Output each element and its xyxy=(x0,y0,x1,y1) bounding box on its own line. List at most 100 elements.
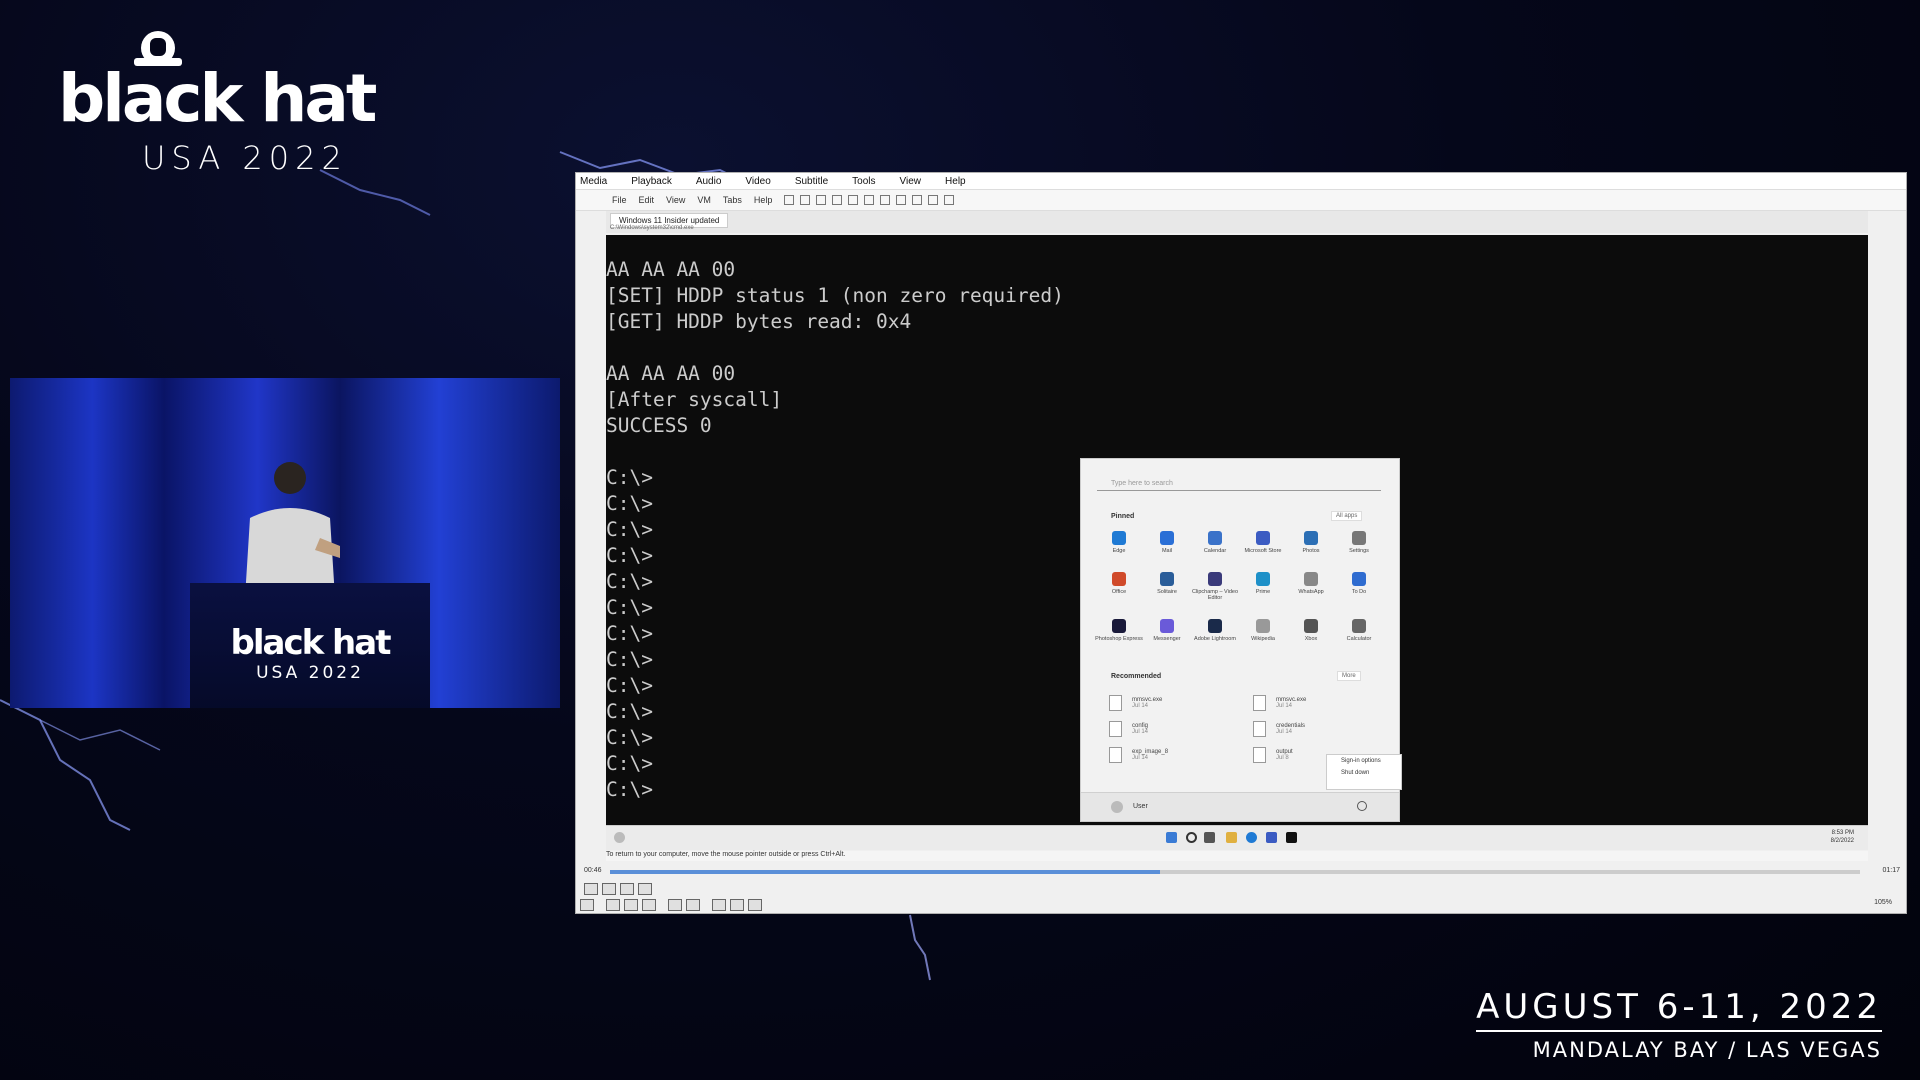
all-apps-button[interactable]: All apps xyxy=(1331,511,1363,521)
widgets-icon[interactable] xyxy=(614,832,625,843)
loop-ab-icon[interactable] xyxy=(620,883,634,895)
file-explorer-icon[interactable] xyxy=(1226,832,1237,843)
app-icon xyxy=(1256,619,1270,633)
playlist-button[interactable] xyxy=(712,899,726,911)
task-view-icon[interactable] xyxy=(1204,832,1215,843)
pinned-app[interactable]: Xbox xyxy=(1287,619,1335,642)
event-venue: MANDALAY BAY / LAS VEGAS xyxy=(1532,1038,1882,1062)
recommended-text: config Jul 14 xyxy=(1132,723,1148,735)
avatar[interactable] xyxy=(1111,801,1123,813)
vm-toolbar: File Edit View VM Tabs Help xyxy=(576,190,1906,211)
vm-menu-tabs[interactable]: Tabs xyxy=(723,195,742,205)
taskbar-date: 8/2/2022 xyxy=(1830,838,1854,844)
previous-button[interactable] xyxy=(606,899,620,911)
recommended-item[interactable]: exp_image_8 Jul 14 xyxy=(1109,747,1253,763)
snapshot-manager-icon[interactable] xyxy=(848,195,859,205)
loop-button[interactable] xyxy=(730,899,744,911)
fullscreen-icon[interactable] xyxy=(896,195,907,205)
pinned-app[interactable]: WhatsApp xyxy=(1287,572,1335,601)
recommended-text: mmsvc.exe Jul 14 xyxy=(1132,697,1162,709)
seek-bar[interactable] xyxy=(610,870,1860,874)
extended-settings-button[interactable] xyxy=(686,899,700,911)
console-line: C:\> xyxy=(606,544,653,567)
user-bar: User xyxy=(1081,792,1399,821)
start-search-input[interactable]: Type here to search xyxy=(1097,477,1381,491)
pinned-app[interactable]: Calculator xyxy=(1335,619,1383,642)
pinned-app[interactable]: Wikipedia xyxy=(1239,619,1287,642)
speaker-video-inset: black hat USA 2022 xyxy=(10,378,560,708)
recommended-item[interactable]: credentials Jul 14 xyxy=(1253,721,1397,737)
pinned-app[interactable]: To Do xyxy=(1335,572,1383,601)
menu-view[interactable]: View xyxy=(900,176,922,187)
vm-menu-file[interactable]: File xyxy=(612,195,627,205)
file-icon xyxy=(1253,721,1266,737)
fullscreen-button[interactable] xyxy=(668,899,682,911)
store-icon[interactable] xyxy=(1266,832,1277,843)
recommended-date: Jul 14 xyxy=(1132,729,1149,735)
pinned-app[interactable]: Mail xyxy=(1143,531,1191,554)
menu-tools[interactable]: Tools xyxy=(852,176,875,187)
send-ctrl-alt-del-icon[interactable] xyxy=(800,195,811,205)
unity-icon[interactable] xyxy=(912,195,923,205)
power-icon[interactable] xyxy=(1357,801,1367,811)
power-menu: Sign-in options Shut down xyxy=(1326,754,1402,790)
app-label: Prime xyxy=(1255,589,1271,595)
terminal-icon[interactable] xyxy=(1286,832,1297,843)
console-view-icon[interactable] xyxy=(928,195,939,205)
console-line: C:\> xyxy=(606,726,653,749)
pinned-app[interactable]: Microsoft Store xyxy=(1239,531,1287,554)
recommended-item[interactable]: config Jul 14 xyxy=(1109,721,1253,737)
pinned-app[interactable]: Settings xyxy=(1335,531,1383,554)
vm-menu-view[interactable]: View xyxy=(666,195,685,205)
snapshot-camera-icon[interactable] xyxy=(602,883,616,895)
pinned-app[interactable]: Photos xyxy=(1287,531,1335,554)
pinned-app[interactable]: Adobe Lightroom xyxy=(1191,619,1239,642)
pause-vm-icon[interactable] xyxy=(784,195,795,205)
menu-video[interactable]: Video xyxy=(745,176,770,187)
shuffle-button[interactable] xyxy=(748,899,762,911)
console-line: C:\> xyxy=(606,492,653,515)
pinned-app[interactable]: Prime xyxy=(1239,572,1287,601)
pinned-app[interactable]: Edge xyxy=(1095,531,1143,554)
shut-down-item[interactable]: Shut down xyxy=(1327,767,1401,779)
edge-icon[interactable] xyxy=(1246,832,1257,843)
search-icon[interactable] xyxy=(1186,832,1197,843)
vm-return-hint: To return to your computer, move the mou… xyxy=(606,851,1868,861)
revert-snapshot-icon[interactable] xyxy=(832,195,843,205)
pinned-app[interactable]: Solitaire xyxy=(1143,572,1191,601)
stop-button[interactable] xyxy=(624,899,638,911)
app-icon xyxy=(1256,531,1270,545)
snapshot-icon[interactable] xyxy=(816,195,827,205)
pinned-app[interactable]: Clipchamp – Video Editor xyxy=(1191,572,1239,601)
menu-subtitle[interactable]: Subtitle xyxy=(795,176,828,187)
podium-edition: USA 2022 xyxy=(256,663,364,683)
user-name[interactable]: User xyxy=(1133,803,1148,810)
sign-in-options-item[interactable]: Sign-in options xyxy=(1327,755,1401,767)
recommended-item[interactable]: mmsvc.exe Jul 14 xyxy=(1253,695,1397,711)
menu-audio[interactable]: Audio xyxy=(696,176,722,187)
vm-menu-help[interactable]: Help xyxy=(754,195,773,205)
menu-playback[interactable]: Playback xyxy=(631,176,672,187)
library-icon[interactable] xyxy=(864,195,875,205)
more-button[interactable]: More xyxy=(1337,671,1361,681)
pause-button[interactable] xyxy=(580,899,594,911)
vm-menu-edit[interactable]: Edit xyxy=(639,195,655,205)
thumbnail-icon[interactable] xyxy=(880,195,891,205)
volume-level[interactable]: 105% xyxy=(1874,899,1892,906)
frame-step-icon[interactable] xyxy=(638,883,652,895)
pinned-app[interactable]: Messenger xyxy=(1143,619,1191,642)
pinned-app[interactable]: Photoshop Express xyxy=(1095,619,1143,642)
taskbar-clock[interactable]: 8:53 PM 8/2/2022 xyxy=(1831,829,1854,845)
pinned-app[interactable]: Calendar xyxy=(1191,531,1239,554)
pinned-app[interactable]: Office xyxy=(1095,572,1143,601)
recommended-item[interactable]: mmsvc.exe Jul 14 xyxy=(1109,695,1253,711)
menu-media[interactable]: Media xyxy=(580,176,607,187)
file-icon xyxy=(1109,747,1122,763)
stretch-icon[interactable] xyxy=(944,195,955,205)
start-icon[interactable] xyxy=(1166,832,1177,843)
file-icon xyxy=(1109,695,1122,711)
next-button[interactable] xyxy=(642,899,656,911)
menu-help[interactable]: Help xyxy=(945,176,966,187)
vm-menu-vm[interactable]: VM xyxy=(697,195,711,205)
record-icon[interactable] xyxy=(584,883,598,895)
